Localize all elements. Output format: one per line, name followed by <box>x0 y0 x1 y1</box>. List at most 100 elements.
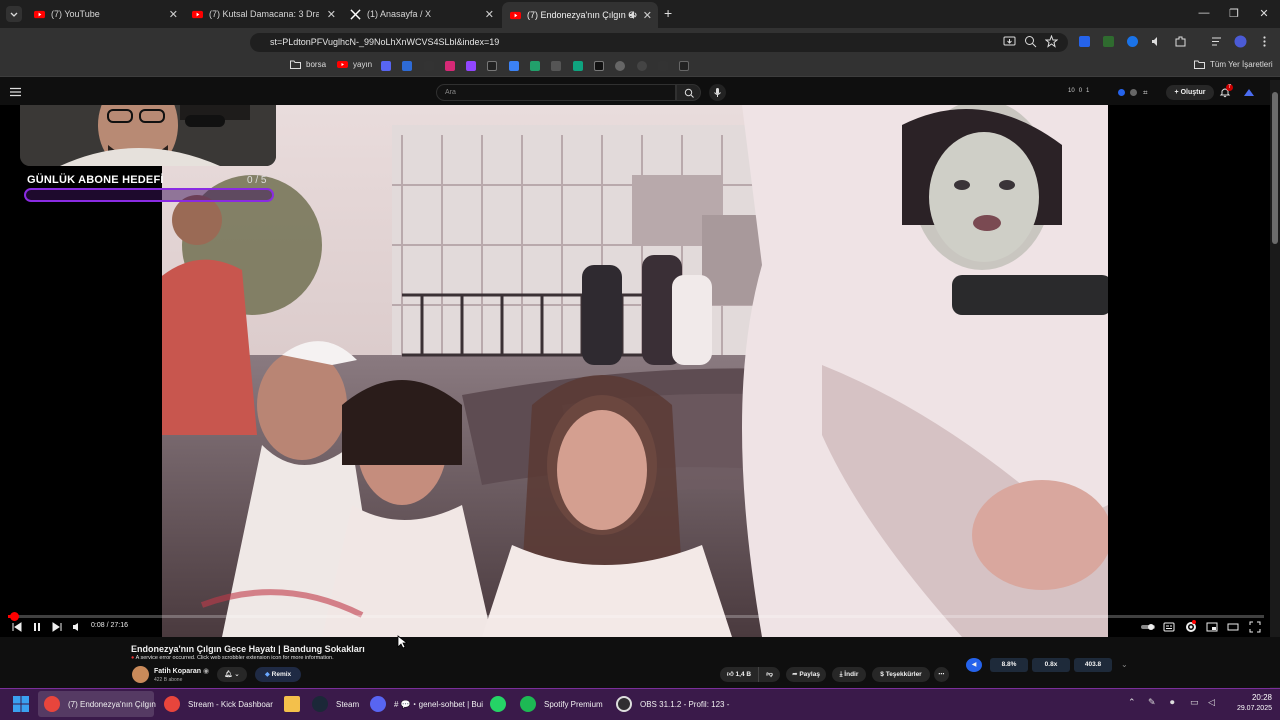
taskbar-obs[interactable]: OBS 31.1.2 - Profil: 123 - <box>610 691 729 717</box>
close-icon[interactable]: ✕ <box>643 9 652 22</box>
bookmark-shortcut-icon[interactable] <box>509 61 519 71</box>
tray-pen-icon[interactable]: ✎ <box>1148 697 1156 708</box>
extension-1-icon[interactable] <box>1078 35 1091 48</box>
bookmark-shortcut-icon[interactable] <box>573 61 583 71</box>
volume-icon[interactable] <box>70 620 84 634</box>
all-bookmarks-label: Tüm Yer İşaretleri <box>1210 60 1273 69</box>
taskbar-discord[interactable]: # 💬・genel-sohbet | Bui <box>364 691 483 717</box>
bookmark-yayin[interactable]: yayın <box>337 60 372 69</box>
subtitles-icon[interactable] <box>1162 620 1176 634</box>
tray-overflow-icon[interactable]: ⌃ <box>1128 697 1136 708</box>
theater-mode-icon[interactable] <box>1226 620 1240 634</box>
progress-bar[interactable] <box>8 612 1264 621</box>
search-button[interactable] <box>676 84 701 101</box>
tray-mic-icon[interactable]: ⏺ <box>1170 697 1175 708</box>
all-bookmarks[interactable]: Tüm Yer İşaretleri <box>1194 60 1273 69</box>
extension-2-icon[interactable] <box>1102 35 1115 48</box>
zoom-icon[interactable] <box>1024 35 1037 48</box>
video-player[interactable] <box>0 105 1270 637</box>
taskbar-steam[interactable]: Steam <box>306 691 362 717</box>
download-button[interactable]: ⤓ İndir <box>832 667 866 682</box>
search-input[interactable]: Ara <box>436 84 676 101</box>
instagram-icon[interactable] <box>445 61 455 71</box>
extension-audio-icon[interactable] <box>1150 35 1163 48</box>
extension-3-icon[interactable] <box>1126 35 1139 48</box>
channel-name-row[interactable]: Fatih Koparan ◉ <box>154 667 209 675</box>
dislike-button[interactable]: 👎︎ <box>758 667 780 682</box>
x-logo-icon[interactable] <box>487 61 497 71</box>
ext-value: 0.8x <box>1044 661 1058 668</box>
close-icon[interactable]: ✕ <box>327 8 336 21</box>
thanks-button[interactable]: $ Teşekkürler <box>872 667 930 682</box>
menu-kebab-icon[interactable] <box>1258 35 1271 48</box>
taskbar-spotify[interactable]: Spotify Premium <box>514 691 606 717</box>
install-app-icon[interactable] <box>1003 35 1016 48</box>
taskbar-chrome-kick[interactable]: Stream - Kick Dashboar <box>158 691 273 717</box>
close-icon[interactable]: ✕ <box>485 8 494 21</box>
next-icon[interactable] <box>50 620 64 634</box>
tab-endonezya-active[interactable]: (7) Endonezya'nın Çılgın Ge ✕ <box>502 2 658 28</box>
taskbar-file-explorer[interactable] <box>278 691 306 717</box>
thumbs-down-icon: 👎︎ <box>766 671 773 678</box>
speaker-icon[interactable] <box>628 10 638 20</box>
bookmark-shortcut-icon[interactable] <box>530 61 540 71</box>
voice-search-button[interactable] <box>709 84 726 101</box>
bookmark-shortcut-icon[interactable] <box>615 61 625 71</box>
hamburger-menu-icon[interactable] <box>10 87 21 97</box>
bookmark-shortcut-icon[interactable] <box>381 61 391 71</box>
extension-badge-icon[interactable] <box>1130 89 1137 96</box>
fullscreen-icon[interactable] <box>1248 620 1262 634</box>
tray-display-icon[interactable]: ▭ <box>1190 697 1199 708</box>
profile-avatar[interactable] <box>1234 35 1247 48</box>
create-button[interactable]: + Oluştur <box>1166 85 1214 100</box>
speed-extension-icon[interactable]: ◀ <box>966 658 982 672</box>
account-avatar-icon[interactable] <box>1243 87 1255 97</box>
extensions-puzzle-icon[interactable] <box>1174 35 1187 48</box>
bookmark-shortcut-icon[interactable] <box>679 61 689 71</box>
ext-expand-icon[interactable]: ⌄ <box>1121 660 1128 669</box>
bookmark-shortcut-icon[interactable] <box>551 61 561 71</box>
address-bar[interactable]: st=PLdtonPFVuglhcN-_99NoLhXnWCVS4SLbl&in… <box>250 33 1068 52</box>
bookmark-borsa[interactable]: borsa <box>290 60 326 69</box>
channel-avatar[interactable] <box>132 666 149 683</box>
like-button[interactable]: 👍︎ 1,4 B <box>720 667 758 682</box>
window-close-icon[interactable]: ✕ <box>1257 7 1271 20</box>
taskbar-clock[interactable]: 20:28 <box>1224 693 1272 702</box>
thanks-icon: $ <box>880 671 884 678</box>
remix-button[interactable]: ◆ Remix <box>255 667 301 682</box>
more-actions-button[interactable]: ⋯ <box>934 667 949 682</box>
autoplay-toggle[interactable] <box>1140 620 1156 634</box>
media-control-icon[interactable] <box>1210 35 1223 48</box>
taskbar-date[interactable]: 29.07.2025 <box>1224 705 1272 712</box>
tray-volume-icon[interactable]: ◁ <box>1208 697 1215 708</box>
scrobbler-error[interactable]: ● A service error occurred. Click web sc… <box>131 655 334 661</box>
bookmark-shortcut-icon[interactable] <box>637 61 647 71</box>
tab-youtube[interactable]: (7) YouTube ✕ <box>26 3 184 25</box>
pause-icon[interactable] <box>30 620 44 634</box>
twitch-icon[interactable] <box>466 61 476 71</box>
minimize-icon[interactable]: — <box>1197 7 1211 19</box>
bookmark-shortcut-icon[interactable] <box>594 61 604 71</box>
previous-icon[interactable] <box>10 620 24 634</box>
channel-name: Fatih Koparan <box>154 668 202 675</box>
scrollbar-thumb[interactable] <box>1272 92 1278 244</box>
taskbar-chrome-youtube[interactable]: (7) Endonezya'nın Çılgın <box>38 691 156 717</box>
bookmark-shortcut-icon[interactable] <box>424 61 434 71</box>
extension-badge-icon[interactable] <box>1118 89 1125 96</box>
share-button[interactable]: ➦ Paylaş <box>786 667 826 682</box>
close-icon[interactable]: ✕ <box>169 8 178 21</box>
bookmark-star-icon[interactable] <box>1045 35 1058 48</box>
tab-search-button[interactable] <box>6 6 22 22</box>
remix-label: Remix <box>271 671 292 678</box>
tab-x-home[interactable]: (1) Anasayfa / X ✕ <box>342 3 500 25</box>
bookmark-shortcut-icon[interactable] <box>402 61 412 71</box>
tab-kutsal-damacana[interactable]: (7) Kutsal Damacana: 3 Dracoo ✕ <box>184 3 342 25</box>
subscribe-bell-button[interactable]: 🔔︎ ⌄ <box>217 667 247 682</box>
taskbar-whatsapp[interactable] <box>484 691 512 717</box>
new-tab-button[interactable]: + <box>664 5 672 21</box>
miniplayer-icon[interactable] <box>1205 620 1219 634</box>
bookmark-shortcut-icon[interactable] <box>658 61 668 71</box>
windows-start-icon[interactable] <box>12 695 30 713</box>
cast-icon[interactable]: ⌗ <box>1143 88 1148 98</box>
restore-icon[interactable]: ❐ <box>1227 7 1241 20</box>
